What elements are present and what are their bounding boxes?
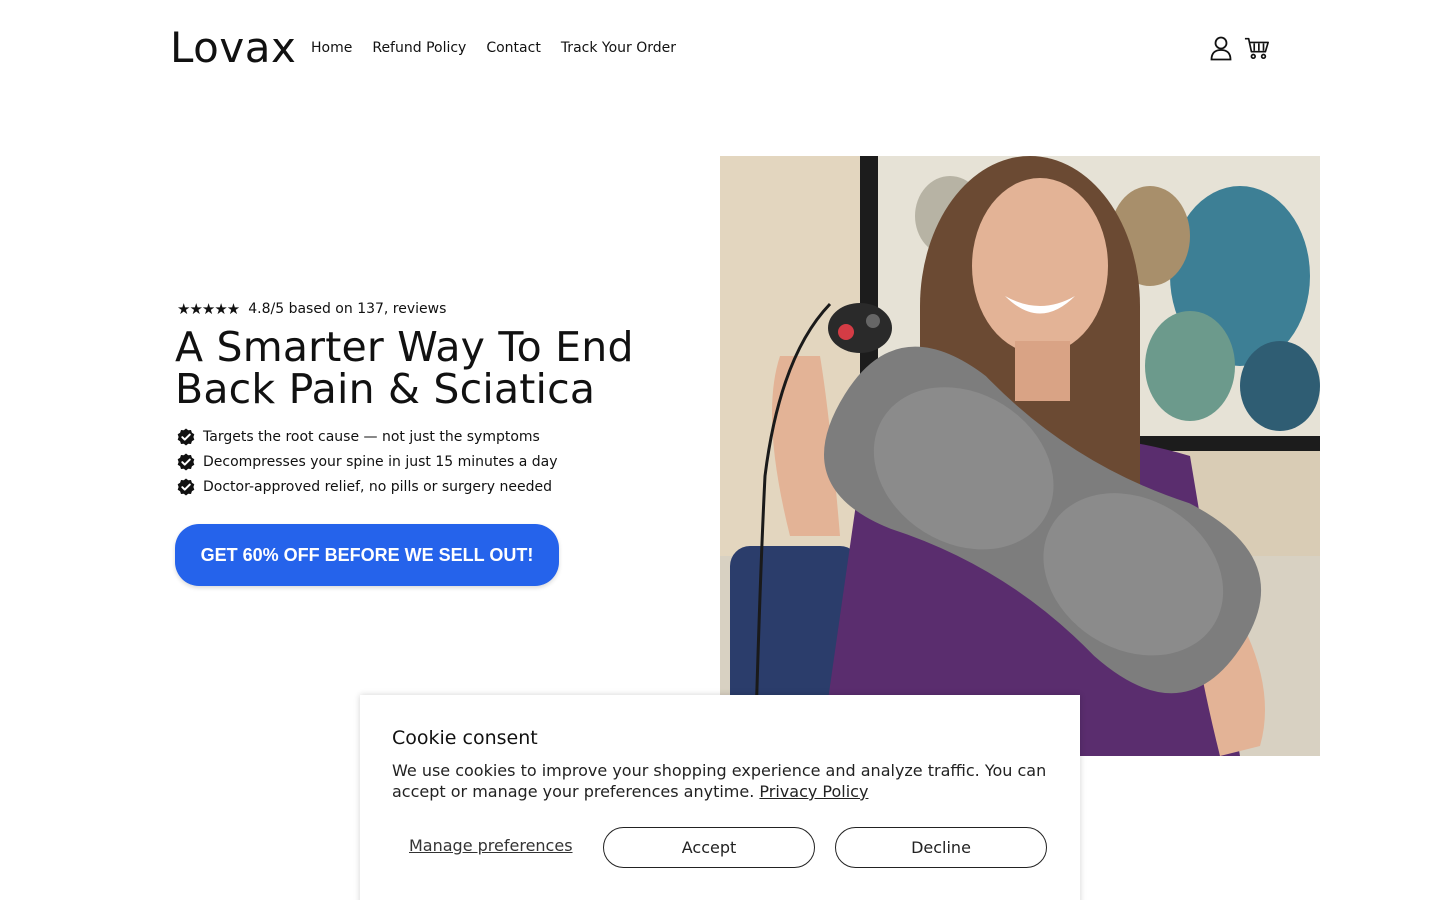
benefit-text: Targets the root cause — not just the sy…	[203, 428, 540, 445]
benefit-item: Targets the root cause — not just the sy…	[177, 424, 558, 449]
site-header: Lovax Home Refund Policy Contact Track Y…	[0, 0, 1440, 96]
benefit-text: Doctor-approved relief, no pills or surg…	[203, 478, 553, 495]
hero-product-image	[720, 156, 1320, 756]
nav-track-order[interactable]: Track Your Order	[561, 38, 676, 58]
rating-text: 4.8/5 based on 137, reviews	[248, 301, 447, 317]
header-icons	[1208, 34, 1270, 62]
privacy-policy-link[interactable]: Privacy Policy	[759, 782, 868, 801]
cta-button[interactable]: GET 60% OFF BEFORE WE SELL OUT!	[175, 524, 559, 586]
check-badge-icon	[177, 478, 195, 495]
main-nav: Home Refund Policy Contact Track Your Or…	[311, 38, 676, 58]
benefit-text: Decompresses your spine in just 15 minut…	[203, 453, 558, 470]
benefit-item: Doctor-approved relief, no pills or surg…	[177, 474, 558, 499]
benefit-item: Decompresses your spine in just 15 minut…	[177, 449, 558, 474]
cookie-message: We use cookies to improve your shopping …	[392, 761, 1047, 801]
cookie-title: Cookie consent	[392, 727, 538, 749]
site-logo[interactable]: Lovax	[170, 24, 296, 72]
benefit-list: Targets the root cause — not just the sy…	[177, 424, 558, 499]
rating-stars: ★★★★★	[177, 301, 240, 318]
accept-button[interactable]: Accept	[603, 827, 815, 868]
cookie-text: We use cookies to improve your shopping …	[392, 760, 1052, 802]
manage-preferences-link[interactable]: Manage preferences	[409, 836, 573, 855]
decline-button[interactable]: Decline	[835, 827, 1047, 868]
nav-contact[interactable]: Contact	[486, 38, 540, 58]
check-badge-icon	[177, 453, 195, 470]
rating-summary: ★★★★★ 4.8/5 based on 137, reviews	[177, 300, 446, 318]
nav-home[interactable]: Home	[311, 38, 352, 58]
cookie-consent-banner: Cookie consent We use cookies to improve…	[360, 695, 1080, 900]
hero-headline: A Smarter Way To End Back Pain & Sciatic…	[175, 323, 634, 413]
account-icon[interactable]	[1208, 34, 1234, 62]
check-badge-icon	[177, 428, 195, 445]
cart-icon[interactable]	[1244, 34, 1270, 62]
nav-refund-policy[interactable]: Refund Policy	[372, 38, 466, 58]
